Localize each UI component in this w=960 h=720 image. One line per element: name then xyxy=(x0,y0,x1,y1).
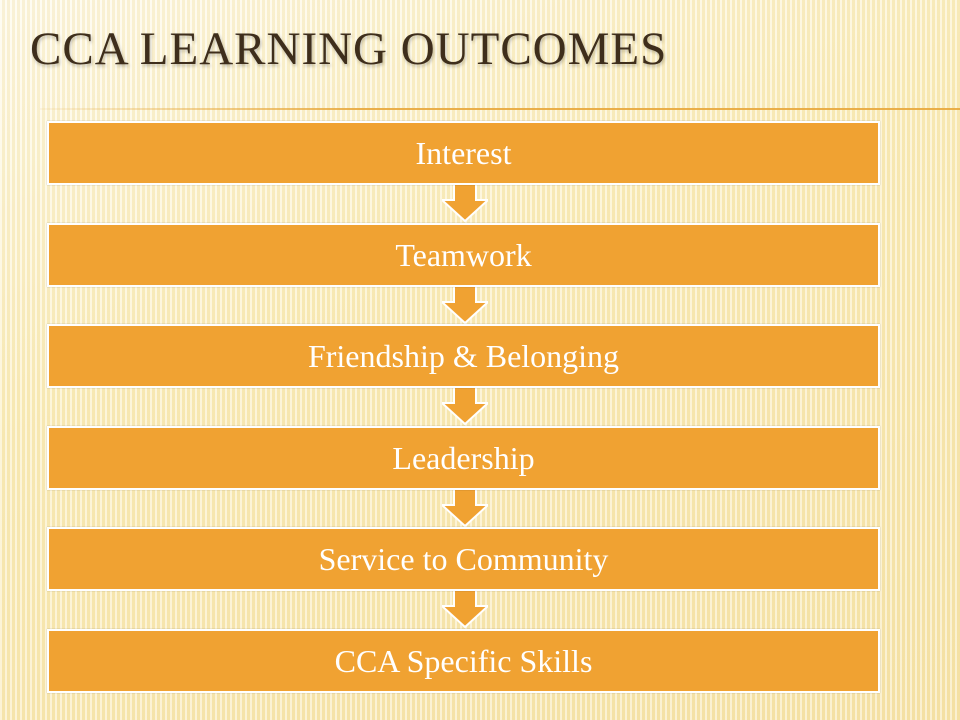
step-label: Friendship & Belonging xyxy=(307,338,620,374)
step-box-cca-specific-skills: CCA Specific Skills xyxy=(47,629,880,693)
flow-arrow-3 xyxy=(442,385,488,425)
step-box-interest: Interest xyxy=(47,121,880,185)
slide: CCA Learning Outcomes Interest Teamwork … xyxy=(0,0,960,720)
step-label: Leadership xyxy=(392,440,535,476)
step-label: CCA Specific Skills xyxy=(334,643,593,679)
flow-diagram: Interest Teamwork Friendship & Belonging… xyxy=(0,0,960,720)
flow-arrow-1 xyxy=(442,182,488,222)
step-box-teamwork: Teamwork xyxy=(47,223,880,287)
flow-arrow-2 xyxy=(442,284,488,324)
step-box-friendship-belonging: Friendship & Belonging xyxy=(47,324,880,388)
step-label: Interest xyxy=(415,135,512,171)
step-label: Service to Community xyxy=(318,541,609,577)
step-box-service-to-community: Service to Community xyxy=(47,527,880,591)
step-box-leadership: Leadership xyxy=(47,426,880,490)
step-label: Teamwork xyxy=(395,237,532,273)
flow-arrow-5 xyxy=(442,588,488,628)
flow-arrow-4 xyxy=(442,487,488,527)
